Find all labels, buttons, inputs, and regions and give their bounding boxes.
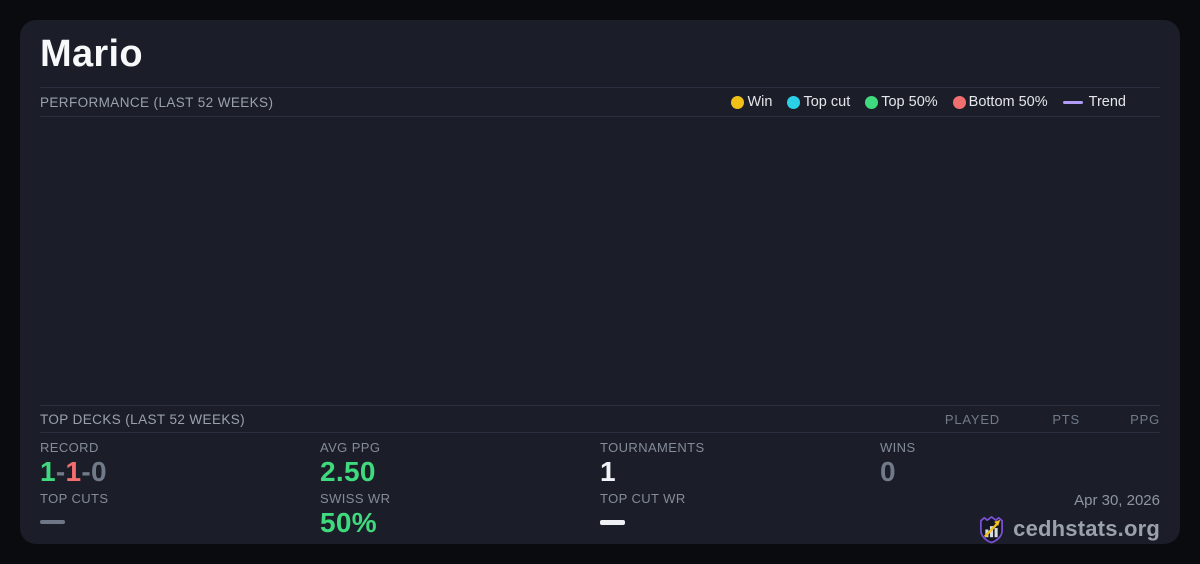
bottom-50-dot-icon (952, 95, 966, 109)
brand: cedhstats.org (978, 515, 1160, 544)
win-dot-icon (731, 95, 745, 109)
top-50-dot-icon (865, 95, 879, 109)
trend-line-icon (1062, 100, 1083, 104)
tournaments-value: 1 (600, 456, 616, 487)
legend-item-top-cut: Top cut (787, 94, 850, 110)
stat-swiss-wr: SWISS WR 50% (320, 491, 600, 545)
legend-item-trend: Trend (1062, 94, 1126, 110)
wins-value: 0 (880, 456, 896, 487)
footer: Apr 30, 2026 cedhstats.org (880, 491, 1160, 545)
stat-label: SWISS WR (320, 490, 391, 506)
legend-label: Bottom 50% (968, 94, 1048, 110)
top-decks-header-row: TOP DECKS (LAST 52 WEEKS) PLAYED PTS PPG (40, 405, 1160, 433)
record-draws: 0 (91, 456, 107, 487)
stats-grid: RECORD 1-1-0 AVG PPG 2.50 TOURNAMENTS 1 … (40, 433, 1160, 544)
column-header-played: PLAYED (944, 411, 1000, 427)
stat-label: WINS (880, 440, 916, 455)
stat-top-cuts: TOP CUTS (40, 491, 320, 545)
top-cut-dot-icon (787, 95, 801, 109)
stat-wins: WINS 0 (880, 440, 1160, 488)
stat-top-cut-wr: TOP CUT WR (600, 491, 880, 545)
chart-legend: Win Top cut Top 50% Bottom 50% Trend (731, 94, 1126, 110)
legend-label: Win (747, 94, 773, 110)
legend-label: Top 50% (881, 94, 938, 110)
record-value: 1-1-0 (40, 457, 320, 487)
page-title: Mario (40, 33, 143, 75)
stat-label: TOURNAMENTS (600, 440, 705, 455)
legend-item-win: Win (731, 94, 772, 110)
legend-item-bottom-50: Bottom 50% (952, 94, 1048, 110)
stat-label: RECORD (40, 440, 99, 455)
performance-header-row: PERFORMANCE (LAST 52 WEEKS) Win Top cut … (40, 87, 1160, 117)
column-header-pts: PTS (1052, 411, 1080, 427)
swiss-wr-value: 50% (320, 506, 377, 538)
page-background: { "colors": { "page_background": "#0a0b0… (0, 0, 1200, 564)
legend-item-top-50: Top 50% (865, 94, 938, 110)
stat-label: TOP CUT WR (600, 490, 686, 506)
legend-label: Top cut (803, 94, 851, 110)
performance-chart-area (40, 117, 1160, 405)
record-wins: 1 (40, 456, 56, 487)
record-separator: - (55, 456, 66, 487)
record-separator: - (81, 456, 91, 487)
date-label: Apr 30, 2026 (1074, 491, 1160, 509)
legend-label: Trend (1088, 94, 1126, 110)
stat-record: RECORD 1-1-0 (40, 440, 320, 488)
stat-tournaments: TOURNAMENTS 1 (600, 440, 880, 488)
empty-value-dash (40, 519, 65, 524)
avg-ppg-value: 2.50 (320, 456, 376, 487)
top-decks-column-headers: PLAYED PTS PPG (920, 412, 1160, 427)
record-losses: 1 (65, 456, 82, 487)
stat-avg-ppg: AVG PPG 2.50 (320, 440, 600, 488)
player-stats-card: Mario PERFORMANCE (LAST 52 WEEKS) Win To… (20, 20, 1180, 544)
cedhstats-shield-logo-icon (980, 515, 1004, 543)
stat-label: TOP CUTS (40, 490, 109, 506)
empty-value-dash (600, 519, 625, 525)
stat-label: AVG PPG (320, 440, 381, 455)
top-decks-section-title: TOP DECKS (LAST 52 WEEKS) (40, 411, 246, 427)
performance-section-title: PERFORMANCE (LAST 52 WEEKS) (40, 94, 274, 110)
brand-wordmark: cedhstats.org (1013, 516, 1160, 541)
column-header-ppg: PPG (1130, 411, 1160, 427)
